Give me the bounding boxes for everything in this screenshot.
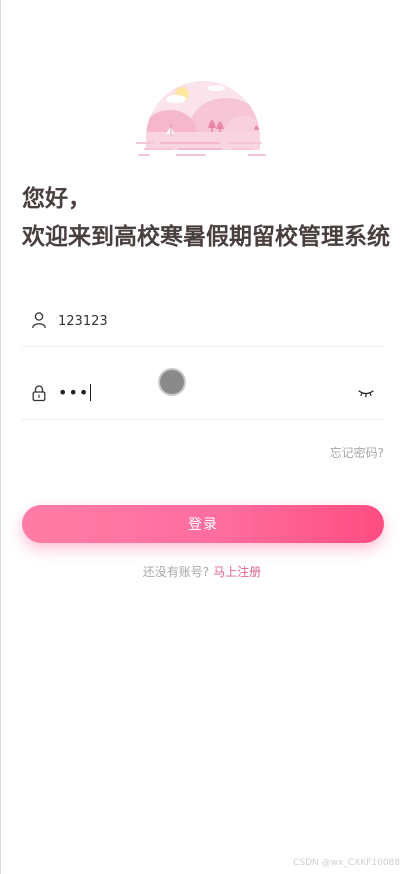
touch-indicator bbox=[158, 368, 186, 396]
forgot-password-link[interactable]: 忘记密码? bbox=[330, 444, 384, 461]
username-field-row bbox=[22, 296, 384, 347]
greeting-line-1: 您好， bbox=[22, 186, 91, 212]
eye-closed-icon[interactable] bbox=[358, 387, 374, 399]
landscape-illustration bbox=[136, 81, 266, 156]
left-edge-divider bbox=[0, 0, 1, 874]
username-input[interactable] bbox=[58, 306, 358, 336]
watermark: CSDN @wx_CXKF10088 bbox=[293, 858, 400, 868]
register-prompt: 还没有账号? 马上注册 bbox=[0, 563, 404, 580]
user-icon bbox=[32, 312, 46, 329]
welcome-heading: 您好， 欢迎来到高校寒暑假期留校管理系统 bbox=[22, 180, 398, 256]
register-link[interactable]: 马上注册 bbox=[213, 565, 261, 579]
password-input[interactable]: ••• bbox=[58, 383, 92, 403]
password-field-row: ••• bbox=[22, 369, 384, 420]
lock-icon bbox=[32, 385, 46, 402]
greeting-line-2: 欢迎来到高校寒暑假期留校管理系统 bbox=[22, 224, 390, 250]
login-button[interactable]: 登录 bbox=[22, 505, 384, 543]
password-mask: ••• bbox=[58, 383, 90, 402]
text-caret bbox=[90, 384, 92, 401]
no-account-text: 还没有账号? bbox=[142, 565, 210, 579]
